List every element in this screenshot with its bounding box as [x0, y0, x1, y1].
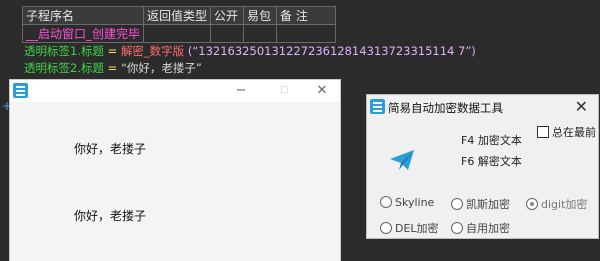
paper-plane-icon	[390, 150, 414, 170]
app-icon	[13, 83, 28, 98]
app-icon	[370, 99, 385, 114]
minimize-button[interactable]: −	[232, 82, 250, 100]
radio-kaisi[interactable]: 凯斯加密	[451, 196, 510, 212]
preview-titlebar[interactable]: − ☐ ✕	[10, 80, 340, 102]
transparent-label-2: 你好，老搂子	[74, 209, 147, 223]
cell-subroutine-name[interactable]: __启动窗口_创建完毕	[21, 24, 145, 43]
radio-label: DEL加密	[395, 222, 439, 235]
code-operator: =	[103, 44, 121, 58]
radio-dot[interactable]	[451, 198, 463, 210]
cell-return-type[interactable]	[143, 24, 212, 43]
code-line-2[interactable]: 透明标签2.标题 = “你好，老搂子”	[24, 60, 202, 76]
cell-remark[interactable]	[276, 24, 337, 43]
cell-easy-package[interactable]	[243, 24, 278, 43]
header-return-type: 返回值类型	[143, 6, 212, 25]
code-function: 解密_数字版	[120, 44, 185, 58]
radio-label: Skyline	[395, 196, 435, 209]
subroutine-table: 子程序名 返回值类型 公开 易包 备 注 __启动窗口_创建完毕	[21, 6, 337, 43]
radio-dot[interactable]	[380, 222, 392, 234]
maximize-button[interactable]: ☐	[275, 82, 293, 100]
table-header-row: 子程序名 返回值类型 公开 易包 备 注	[21, 6, 337, 25]
hotkey-decrypt-label: F6 解密文本	[461, 155, 522, 168]
close-button[interactable]: ✕	[313, 82, 331, 100]
radio-del[interactable]: DEL加密	[380, 220, 439, 236]
header-public: 公开	[210, 6, 245, 25]
checkbox-box[interactable]	[537, 126, 549, 138]
radio-self-use[interactable]: 自用加密	[451, 220, 510, 236]
radio-dot[interactable]	[380, 196, 392, 208]
close-button[interactable]: ✕	[575, 97, 588, 116]
radio-label: 自用加密	[466, 222, 510, 235]
radio-skyline[interactable]: Skyline	[380, 196, 434, 209]
hotkey-encrypt-label: F4 加密文本	[461, 134, 522, 147]
always-on-top-checkbox[interactable]: 总在最前	[537, 124, 596, 140]
cell-public[interactable]	[210, 24, 245, 43]
code-string: “你好，老搂子”	[120, 61, 202, 75]
radio-dot[interactable]	[526, 198, 538, 210]
code-argument: (“13216325013122723612814313723315114 7”…	[184, 44, 476, 58]
preview-window: − ☐ ✕ 你好，老搂子 你好，老搂子	[10, 80, 340, 261]
radio-label: digit加密	[541, 198, 588, 211]
tool-titlebar[interactable]: 简易自动加密数据工具 ✕	[367, 95, 598, 119]
encrypt-tool-window: 简易自动加密数据工具 ✕ F4 加密文本 F6 解密文本 总在最前 Skylin…	[366, 94, 599, 239]
radio-dot[interactable]	[451, 222, 463, 234]
header-subroutine-name: 子程序名	[21, 6, 145, 25]
code-target: 透明标签2.标题	[24, 61, 104, 75]
header-easy-package: 易包	[243, 6, 278, 25]
tool-title: 简易自动加密数据工具	[388, 101, 503, 115]
code-line-1[interactable]: 透明标签1.标题 = 解密_数字版 (“13216325013122723612…	[24, 43, 476, 59]
code-target: 透明标签1.标题	[24, 44, 104, 58]
code-operator: =	[103, 61, 121, 75]
checkbox-label: 总在最前	[552, 126, 596, 139]
radio-digit[interactable]: digit加密	[526, 196, 587, 212]
header-remark: 备 注	[276, 6, 337, 25]
transparent-label-1: 你好，老搂子	[74, 142, 147, 156]
radio-label: 凯斯加密	[466, 198, 510, 211]
table-row[interactable]: __启动窗口_创建完毕	[21, 24, 337, 43]
